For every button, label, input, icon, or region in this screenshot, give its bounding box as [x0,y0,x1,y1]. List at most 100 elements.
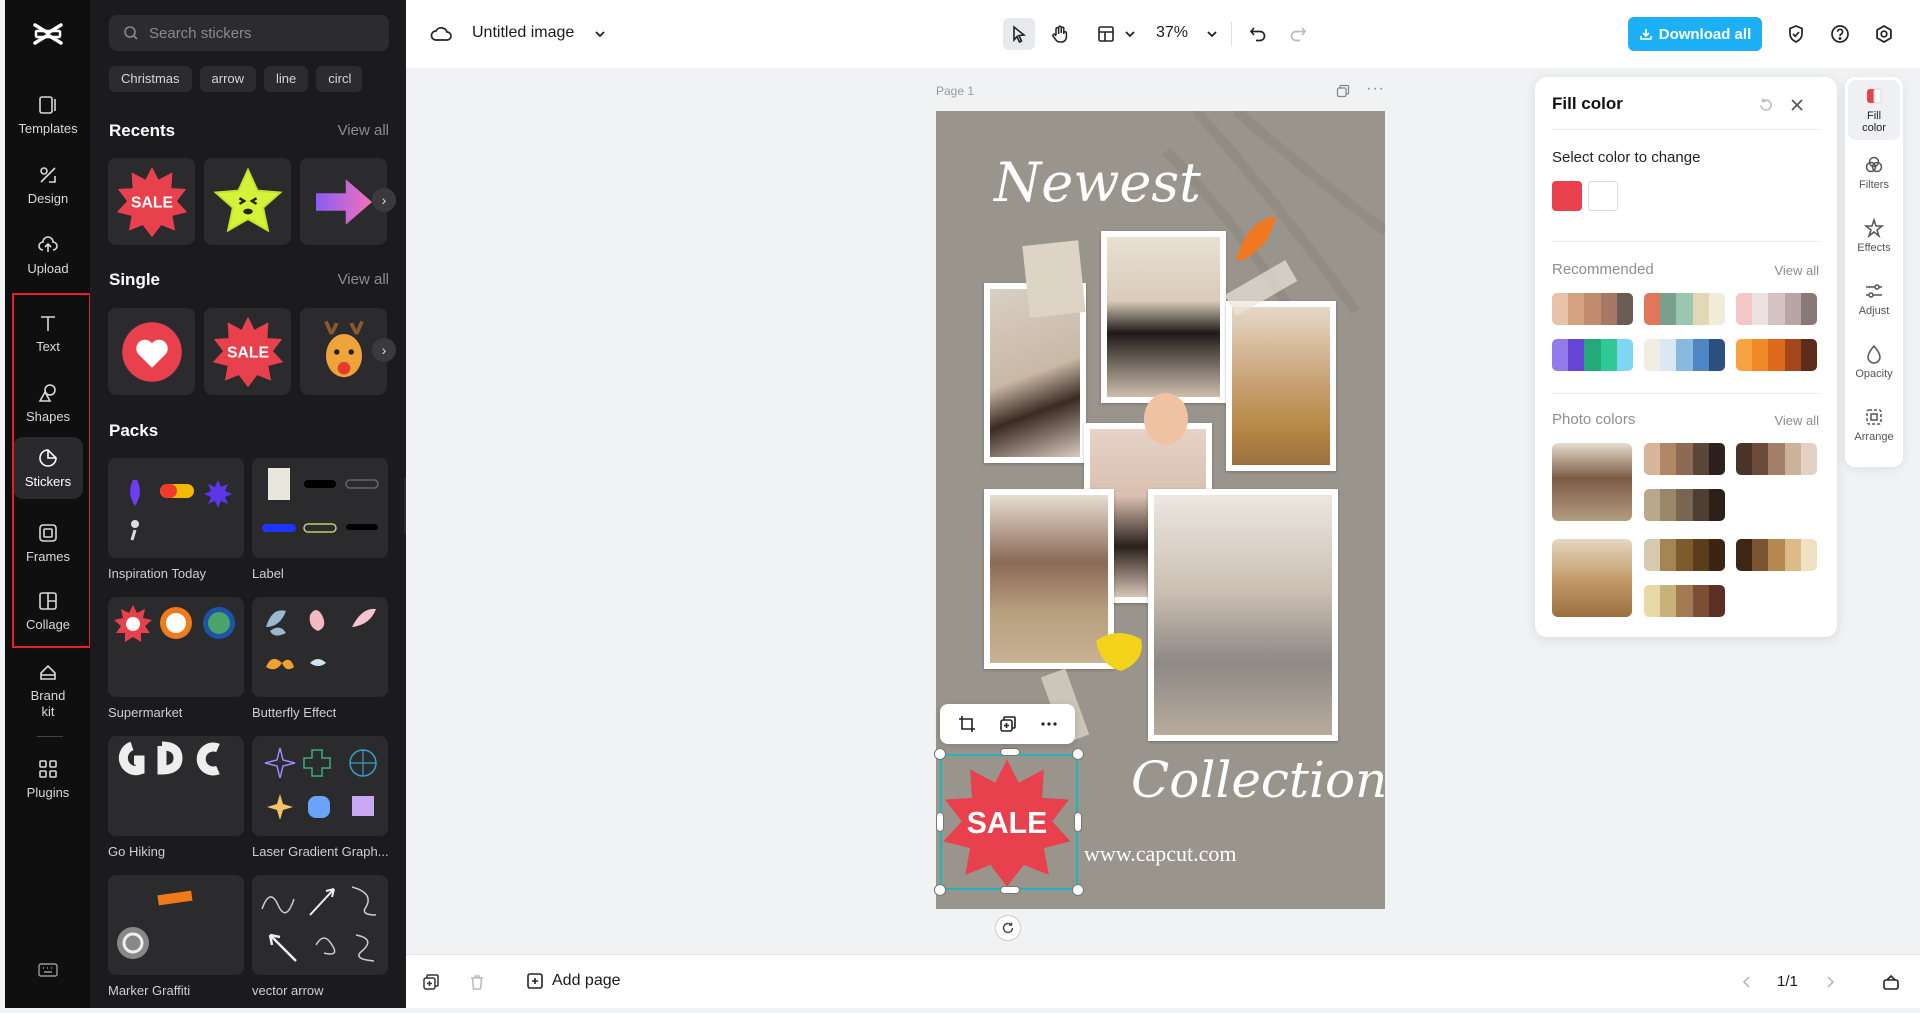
chevron-down-icon[interactable] [594,29,606,39]
pack-marker-graffiti[interactable] [108,875,244,975]
single-view-all[interactable]: View all [338,271,389,288]
single-next-arrow[interactable]: › [372,338,396,362]
resize-handle[interactable] [1072,884,1084,896]
photo-thumbnail[interactable] [1552,443,1632,521]
page-panel-icon[interactable] [1882,973,1900,991]
color-swatch-white[interactable] [1588,181,1618,211]
rrail-filters[interactable]: Filters [1848,143,1900,203]
color-swatch-red[interactable] [1552,181,1582,211]
sticker-sale-recent[interactable]: SALE [108,158,195,245]
undo-icon [1249,27,1266,42]
add-page-button[interactable]: Add page [526,972,621,990]
resize-handle[interactable] [934,748,946,760]
capcut-logo-icon[interactable] [32,20,64,48]
pack-go-hiking[interactable] [108,736,244,836]
resize-handle[interactable] [1072,748,1084,760]
trash-icon[interactable] [468,973,486,991]
sticker-star-recent[interactable] [204,158,291,245]
pack-label-set[interactable] [252,458,388,558]
rail-item-plugins[interactable]: Plugins [13,748,83,810]
rail-item-brand-kit[interactable]: Brand kit [13,654,83,726]
cloud-icon[interactable] [430,25,452,43]
document-title[interactable]: Untitled image [472,24,574,42]
photo-palette[interactable] [1736,539,1817,571]
download-all-button[interactable]: Download all [1628,17,1762,51]
duplicate-page-icon[interactable] [1336,84,1350,98]
selection-box[interactable] [940,754,1078,890]
reset-icon[interactable] [1758,97,1774,113]
resize-handle[interactable] [936,812,944,832]
photo-thumbnail[interactable] [1552,539,1632,617]
resize-handle[interactable] [1000,886,1020,894]
resize-handle[interactable] [1074,812,1082,832]
crop-icon[interactable] [958,715,976,733]
duplicate-icon[interactable] [999,715,1017,733]
chip-christmas[interactable]: Christmas [109,66,192,92]
resize-handle[interactable] [1000,748,1020,756]
help-button[interactable] [1824,18,1856,50]
photo-palette[interactable] [1644,489,1725,521]
recommended-palette[interactable] [1552,339,1633,371]
settings-button[interactable] [1868,18,1900,50]
chip-line[interactable]: line [264,66,309,92]
photo-palette[interactable] [1644,443,1725,475]
recommended-palette[interactable] [1644,339,1725,371]
photo-woman-gray-dress[interactable] [1148,489,1338,741]
pack-inspiration-today[interactable] [108,458,244,558]
rrail-adjust[interactable]: Adjust [1848,269,1900,329]
url-text[interactable]: www.capcut.com [1084,841,1237,867]
redo-button[interactable] [1282,18,1314,50]
rotate-handle[interactable] [995,915,1021,941]
rail-item-design[interactable]: Design [13,154,83,216]
photo-palette[interactable] [1644,585,1725,617]
chip-circle[interactable]: circl [316,66,363,92]
pack-vector-arrow[interactable] [252,875,388,975]
chip-arrow[interactable]: arrow [199,66,257,92]
chevron-left-icon[interactable] [1741,975,1753,989]
photo-woman-yellow-top[interactable] [1226,301,1336,471]
select-tool-button[interactable] [1003,18,1035,50]
rail-item-upload[interactable]: Upload [13,224,83,286]
sticker-sale-single[interactable]: SALE [204,308,291,395]
keyboard-shortcuts-icon[interactable] [38,962,58,978]
page-more-icon[interactable]: ··· [1366,80,1385,98]
shield-button[interactable] [1780,18,1812,50]
sticker-heart-single[interactable] [108,308,195,395]
collection-text[interactable]: Collection [1131,751,1385,809]
resize-handle[interactable] [934,884,946,896]
zoom-level[interactable]: 37% [1156,24,1188,42]
recommended-palette[interactable] [1736,339,1817,371]
headline-text[interactable]: Newest [994,151,1201,214]
pack-laser-gradient[interactable] [252,736,388,836]
rrail-effects[interactable]: Effects [1848,206,1900,266]
chevron-down-icon[interactable] [1206,29,1218,39]
close-icon[interactable] [1789,97,1805,113]
recents-view-all[interactable]: View all [338,122,389,139]
rrail-arrange[interactable]: Arrange [1848,395,1900,455]
photo-palette[interactable] [1644,539,1725,571]
pack-supermarket[interactable] [108,597,244,697]
chevron-down-icon[interactable] [1124,29,1136,39]
hand-tool-button[interactable] [1044,18,1076,50]
layout-button[interactable] [1090,18,1122,50]
recommended-palette[interactable] [1644,293,1725,325]
recommended-palette[interactable] [1552,293,1633,325]
add-element-icon[interactable] [422,973,440,991]
undo-button[interactable] [1242,18,1274,50]
search-input[interactable]: Search stickers [109,15,389,51]
more-icon[interactable] [1040,715,1058,733]
rrail-fill-color[interactable]: Fill color [1848,80,1900,140]
chevron-right-icon[interactable] [1824,975,1836,989]
recommended-view-all[interactable]: View all [1774,263,1819,278]
photo-woman-black-suit[interactable] [1101,231,1226,403]
photo-colors-view-all[interactable]: View all [1774,413,1819,428]
pack-butterfly-effect[interactable] [252,597,388,697]
recents-next-arrow[interactable]: › [372,188,396,212]
recommended-palette[interactable] [1736,293,1817,325]
rail-item-templates[interactable]: Templates [13,84,83,146]
palette-color [1768,539,1785,571]
photo-palette[interactable] [1736,443,1817,475]
palette-color [1568,293,1585,325]
rrail-opacity[interactable]: Opacity [1848,332,1900,392]
rail-label: Brand kit [30,687,66,719]
